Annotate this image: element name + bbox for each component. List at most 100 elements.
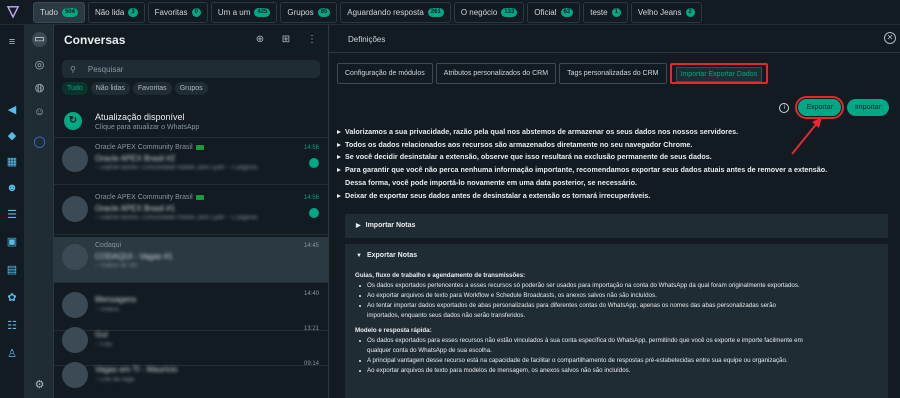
note-item: Os dados exportados pertencentes a esses… [355,281,878,291]
avatar [62,244,88,270]
update-banner[interactable]: ↻ Atualização disponível Clique para atu… [54,105,328,138]
layout-icon[interactable]: ▦ [5,155,19,169]
unread-badge [309,158,319,168]
settings-gear-icon[interactable]: ⚙ [32,378,47,393]
tab-atributos-crm[interactable]: Atributos personalizados do CRM [435,63,557,84]
note-item: qualquer conta do WhatsApp de sua escolh… [367,347,492,354]
chat-time: 14:56 [303,145,319,151]
tab-importar-exportar[interactable]: Importar Exportar Dados [669,63,769,84]
chat-filter-pills: Tudo Não lidas Favoritas Grupos [62,82,208,95]
avatar [62,362,88,388]
refresh-icon: ↻ [64,112,82,130]
search-box[interactable]: ⚲ [62,60,320,78]
brazil-flag-icon [195,145,204,150]
privacy-bullet: Se você decidir desinstalar a extensão, … [337,151,892,164]
import-button[interactable]: Importar [846,99,889,116]
note-item: Ao tentar importar dados exportados de a… [355,301,878,311]
chat-label: Oracle APEX Community Brasil [95,194,204,201]
filter-tab-label: teste [590,7,608,17]
settings-tabs: Configuração de módulos Atributos person… [337,63,769,84]
tab-configuracao-modulos[interactable]: Configuração de módulos [337,63,433,84]
filter-tab-favoritas[interactable]: Favoritas 0 [147,1,208,23]
list-icon[interactable]: ☰ [5,208,19,222]
filter-tab-o-negocio[interactable]: O negócio 133 [453,1,525,23]
filter-tab-count: 504 [61,7,78,17]
filter-tab-label: Favoritas [154,7,188,17]
pill-tudo[interactable]: Tudo [62,82,88,95]
channels-icon[interactable]: ◍ [32,81,47,96]
avatar [62,327,88,353]
chat-name: Oracle APEX Brasil #2 [95,154,176,163]
chats-icon[interactable]: ▭ [32,32,47,47]
info-icon[interactable]: i [779,102,790,113]
filter-tab-aguardando[interactable]: Aguardando resposta 261 [340,1,451,23]
chat-label: Oracle APEX Community Brasil [95,144,204,151]
privacy-bullet: Valorizamos a sua privacidade, razão pel… [337,126,892,139]
filter-tab-label: Um a um [217,7,251,17]
pill-favoritas[interactable]: Favoritas [132,82,172,95]
filter-tab-velho-jeans[interactable]: Velho Jeans 2 [630,1,702,23]
filter-tab-count: 0 [191,7,201,17]
meta-ai-icon[interactable]: ◯ [32,135,47,150]
filter-tab-count: 3 [128,7,138,17]
notes-icon[interactable]: ▤ [5,263,19,277]
action-buttons: i Exportar Importar [779,96,889,119]
chat-label-text: Oracle APEX Community Brasil [95,144,193,151]
tab-importar-exportar-label: Importar Exportar Dados [675,67,763,82]
menu-icon[interactable]: ⋮ [306,34,318,46]
filter-tab-tudo[interactable]: Tudo 504 [33,1,85,23]
checklist-icon[interactable]: ☷ [5,319,19,333]
note-item: Os dados exportados para esses recursos … [355,336,878,346]
filter-tab-count: 1 [611,7,621,17]
filter-tab-count: 261 [427,7,444,17]
filter-tab-label: Aguardando resposta [347,7,424,17]
chat-preview: ~ Vídeos [95,307,119,313]
export-button[interactable]: Exportar [795,96,844,119]
user-icon[interactable]: ♙ [5,347,19,361]
chat-time: 14:56 [303,195,319,201]
import-notes-accordion[interactable]: ▶ Importar Notas [345,214,888,238]
filter-tab-oficial[interactable]: Oficial 62 [527,1,581,23]
chat-row[interactable]: Oracle APEX Community Brasil Oracle APEX… [54,189,328,235]
chat-name: Guí [95,330,108,339]
users-group-icon[interactable]: ✿ [5,291,19,305]
chat-row[interactable]: Vagas em TI - Maurício ~ Link da vaga 09… [54,355,328,398]
note-item: Ao exportar arquivos de texto para Workf… [355,291,878,301]
status-icon[interactable]: ◎ [32,58,47,73]
pill-grupos[interactable]: Grupos [174,82,208,95]
communities-icon[interactable]: ☺ [32,105,47,120]
chat-name: Vagas em TI - Maurício [95,365,178,374]
section-title: Guias, fluxo de trabalho e agendamento d… [355,272,526,279]
app-logo-icon: ▽ [7,3,19,20]
note-item: A principal vantagem desse recurso está … [355,356,878,366]
privacy-bullet: Todos os dados relacionados aos recursos… [337,139,892,152]
section-title: Modelo e resposta rápida: [355,327,432,334]
calendar-icon[interactable]: ▣ [5,235,19,249]
new-chat-icon[interactable]: ⊕ [254,34,266,46]
bot-icon[interactable]: ☻ [5,181,19,195]
pill-nao-lidas[interactable]: Não lidas [90,82,130,95]
filter-tab-um-a-um[interactable]: Um a um 425 [210,1,278,23]
chat-label-text: Oracle APEX Community Brasil [95,194,193,201]
collapse-icon[interactable]: ≡ [5,35,19,49]
chat-row[interactable]: Oracle APEX Community Brasil Oracle APEX… [54,139,328,185]
filter-tab-nao-lida[interactable]: Não lida 3 [87,1,145,23]
search-input[interactable] [87,64,288,74]
tab-tags-crm[interactable]: Tags personalizadas do CRM [559,63,667,84]
chat-row[interactable]: Codaqui CODAQUI - Vagas #1 ~ Vídeos 4k V… [54,237,328,283]
update-subtitle: Clique para atualizar o WhatsApp [95,124,200,131]
filter-tab-count: 425 [254,7,271,17]
close-icon[interactable]: ✕ [884,32,896,44]
chat-preview: ~ Gabriel Benko: Comunidade Rafael, pelo… [95,165,258,171]
filter-bar: ▽ Tudo 504 Não lida 3 Favoritas 0 Um a um 42… [0,0,900,25]
filter-tab-label: Tudo [40,7,58,17]
new-group-icon[interactable]: ⊞ [280,34,292,46]
update-title: Atualização disponível [95,112,185,122]
filter-tab-grupos[interactable]: Grupos 85 [280,1,338,23]
megaphone-icon[interactable]: ◀ [5,103,19,117]
export-notes-title: Exportar Notas [366,252,418,259]
avatar [62,292,88,318]
filter-tab-teste[interactable]: teste 1 [583,1,628,23]
export-notes-accordion[interactable]: ▼ Exportar Notas Guias, fluxo de trabalho… [345,244,888,398]
tag-icon[interactable]: ◆ [5,129,19,143]
